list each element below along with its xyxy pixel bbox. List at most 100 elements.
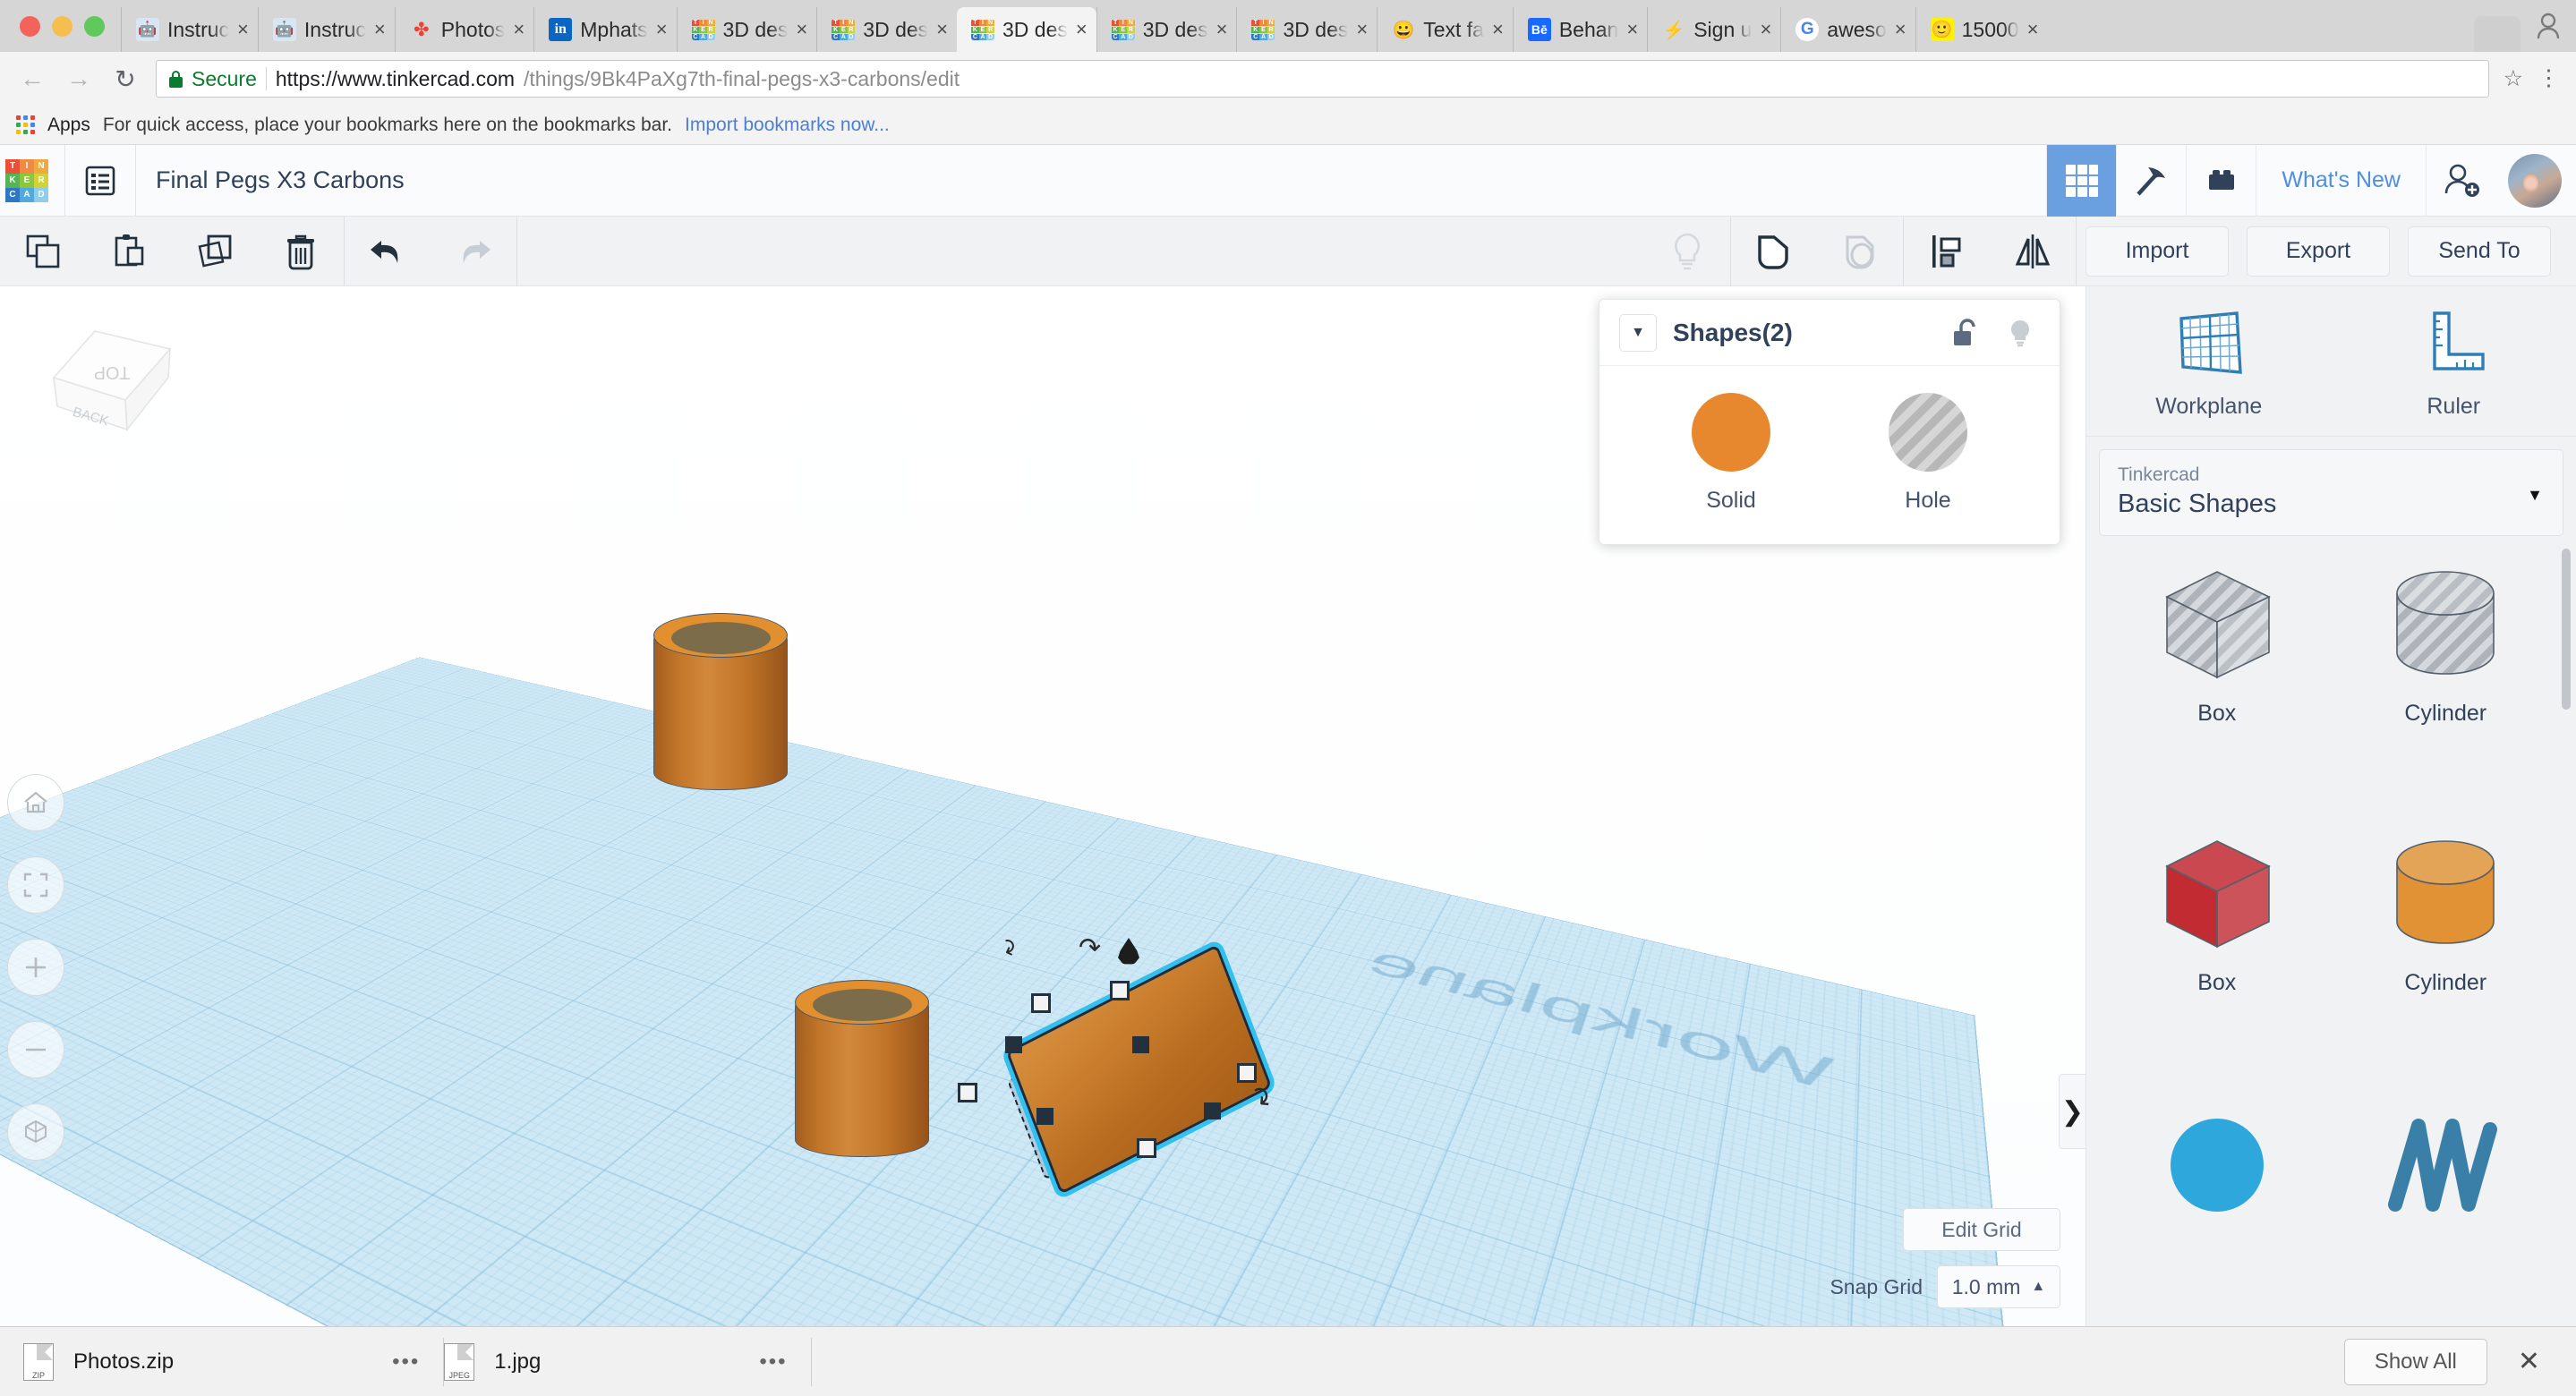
profile-avatar-button[interactable]	[2521, 0, 2576, 52]
tab-close-icon[interactable]: ×	[1492, 20, 1504, 39]
document-title[interactable]: Final Pegs X3 Carbons	[136, 166, 405, 194]
design-view-button[interactable]	[2046, 145, 2116, 217]
tab-close-icon[interactable]: ×	[1626, 20, 1638, 39]
duplicate-button[interactable]	[172, 217, 258, 286]
import-button[interactable]: Import	[2086, 226, 2229, 277]
3d-viewport[interactable]: Workplane	[0, 286, 2086, 1326]
scale-handle-bottom-right-dark[interactable]	[1204, 1102, 1221, 1119]
scale-handle-right[interactable]	[1237, 1063, 1257, 1083]
browser-tab[interactable]: inMphats×	[533, 7, 676, 52]
download-menu-button[interactable]: •••	[392, 1349, 420, 1375]
download-item[interactable]: ZIPPhotos.zip•••	[23, 1343, 443, 1381]
sidebar-item-ruler[interactable]: Ruler	[2332, 306, 2576, 420]
mirror-button[interactable]	[1990, 217, 2076, 286]
shape-library-item[interactable]	[2103, 1099, 2332, 1326]
delete-button[interactable]	[258, 217, 344, 286]
browser-tab[interactable]: Gawesо×	[1780, 7, 1915, 52]
avatar[interactable]	[2508, 154, 2562, 208]
invite-people-button[interactable]	[2426, 145, 2495, 217]
scale-handle-center-dark[interactable]	[1132, 1036, 1149, 1053]
minimize-window-button[interactable]	[52, 16, 73, 37]
show-all-downloads-button[interactable]: Show All	[2344, 1339, 2487, 1385]
tab-close-icon[interactable]: ×	[1895, 20, 1906, 39]
browser-tab[interactable]: BēBehan×	[1513, 7, 1647, 52]
shape-library-item[interactable]: Box	[2103, 559, 2332, 820]
fit-all-button[interactable]	[7, 856, 64, 914]
export-button[interactable]: Export	[2247, 226, 2390, 277]
view-cube[interactable]: TOP BACK	[27, 313, 197, 474]
blocks-codeblocks-button[interactable]	[2116, 145, 2186, 217]
scale-handle-top[interactable]	[1110, 981, 1130, 1000]
zoom-in-button[interactable]	[7, 939, 64, 996]
address-bar[interactable]: Secure https://www.tinkercad.com/things/…	[156, 60, 2489, 98]
undo-button[interactable]	[345, 217, 431, 286]
new-tab-button[interactable]	[2474, 16, 2521, 52]
copy-button[interactable]	[0, 217, 86, 286]
browser-tab[interactable]: Instruc×	[121, 7, 258, 52]
forward-button[interactable]: →	[63, 63, 95, 95]
browser-tab[interactable]: TINKERCAD3D des×	[957, 7, 1096, 52]
tab-close-icon[interactable]: ×	[1356, 20, 1368, 39]
send-to-button[interactable]: Send To	[2408, 226, 2551, 277]
ungroup-button[interactable]	[1817, 217, 1903, 286]
align-button[interactable]	[1904, 217, 1990, 286]
whats-new-link[interactable]: What's New	[2256, 145, 2426, 217]
tab-close-icon[interactable]: ×	[1216, 20, 1228, 39]
tab-close-icon[interactable]: ×	[1076, 20, 1088, 39]
tab-close-icon[interactable]: ×	[1760, 20, 1771, 39]
light-toggle-button[interactable]	[2000, 313, 2040, 353]
tab-close-icon[interactable]: ×	[656, 20, 668, 39]
back-button[interactable]: ←	[16, 63, 48, 95]
paste-button[interactable]	[86, 217, 172, 286]
perspective-toggle-button[interactable]	[7, 1103, 64, 1161]
browser-tab[interactable]: 😀Text fa×	[1377, 7, 1513, 52]
snap-grid-select[interactable]: 1.0 mm ▲	[1937, 1265, 2060, 1308]
tab-close-icon[interactable]: ×	[936, 20, 948, 39]
browser-tab[interactable]: ✤Photos×	[395, 7, 533, 52]
shape-library-item[interactable]: Box	[2103, 829, 2332, 1089]
scale-handle-corner-dark-left[interactable]	[1005, 1036, 1022, 1053]
chrome-menu-button[interactable]: ⋮	[2538, 72, 2560, 85]
shape-library-scrollbar[interactable]	[2562, 549, 2571, 710]
import-bookmarks-link[interactable]: Import bookmarks now...	[685, 115, 890, 136]
scale-handle-bottom-left[interactable]	[958, 1083, 977, 1102]
shape-library-selector[interactable]: Tinkercad Basic Shapes ▼	[2099, 449, 2563, 536]
browser-tab[interactable]: TINKERCAD3D des×	[1236, 7, 1377, 52]
collapse-panel-button[interactable]: ▼	[1619, 314, 1657, 352]
selected-box-shape[interactable]: ↷ ↷ ↷	[1020, 993, 1258, 1145]
group-button[interactable]	[1731, 217, 1817, 286]
rotate-handle-top[interactable]: ↷	[1079, 932, 1101, 964]
browser-tab[interactable]: Instruc×	[258, 7, 395, 52]
shape-type-option-hole[interactable]: Hole	[1861, 393, 1995, 514]
browser-tab[interactable]: TINKERCAD3D des×	[677, 7, 817, 52]
cylinder-shape-back[interactable]	[653, 616, 788, 790]
tab-close-icon[interactable]: ×	[237, 20, 249, 39]
shape-type-option-solid[interactable]: Solid	[1664, 393, 1798, 514]
workplane-grid[interactable]: Workplane	[0, 657, 2086, 1326]
lightbulb-button[interactable]	[1644, 217, 1730, 286]
shape-library-item[interactable]: Cylinder	[2332, 829, 2561, 1089]
scale-handle-bottom-dark[interactable]	[1036, 1108, 1053, 1125]
bricks-button[interactable]	[2186, 145, 2256, 217]
apps-grid-icon[interactable]	[16, 115, 35, 134]
tab-close-icon[interactable]: ×	[796, 20, 807, 39]
download-menu-button[interactable]: •••	[759, 1349, 787, 1375]
shape-library-item[interactable]: Cylinder	[2332, 559, 2561, 820]
browser-tab[interactable]: 🙂15000×	[1915, 7, 2048, 52]
browser-tab[interactable]: TINKERCAD3D des×	[816, 7, 957, 52]
browser-tab[interactable]: TINKERCAD3D des×	[1096, 7, 1237, 52]
zoom-out-button[interactable]	[7, 1021, 64, 1078]
apps-label[interactable]: Apps	[47, 115, 90, 136]
tab-close-icon[interactable]: ×	[374, 20, 386, 39]
close-downloads-bar-button[interactable]: ✕	[2518, 1346, 2540, 1377]
scale-handle-bottom[interactable]	[1137, 1138, 1156, 1158]
close-window-button[interactable]	[20, 16, 40, 37]
sidebar-collapse-handle[interactable]: ❯	[2059, 1074, 2086, 1149]
project-list-button[interactable]	[65, 166, 135, 196]
edit-grid-button[interactable]: Edit Grid	[1903, 1208, 2060, 1251]
shape-library-grid[interactable]: BoxCylinderBoxCylinder	[2086, 536, 2576, 1326]
browser-tab[interactable]: ⚡Sign u×	[1647, 7, 1780, 52]
scale-handle-top-left[interactable]	[1031, 993, 1051, 1013]
tab-close-icon[interactable]: ×	[513, 20, 525, 39]
bookmark-star-icon[interactable]: ☆	[2503, 65, 2523, 92]
